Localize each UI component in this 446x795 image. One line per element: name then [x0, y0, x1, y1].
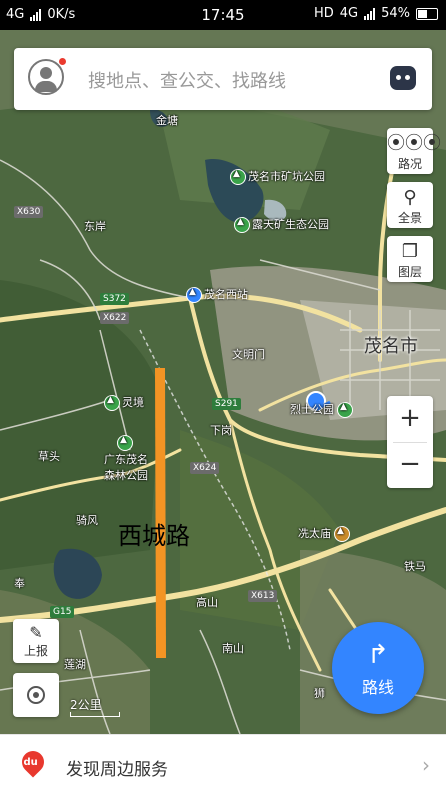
voice-assistant-icon[interactable]	[390, 66, 416, 90]
poi-martyrs-park[interactable]: 烈士公园	[290, 401, 355, 418]
chevron-right-icon: ›	[422, 753, 430, 777]
network-right-label: 4G	[339, 6, 359, 21]
baidu-logo-icon: du	[17, 746, 49, 778]
zoom-out-button[interactable]: −	[387, 442, 433, 488]
poi-eco-park[interactable]: 露天矿生态公园	[234, 216, 329, 233]
map-label-nanshan: 南山	[222, 642, 244, 655]
avatar[interactable]	[28, 58, 66, 95]
highlighted-road	[155, 367, 166, 659]
map-label-city: 茂名市	[364, 336, 418, 357]
route-shield-g15: G15	[50, 606, 75, 618]
park-icon	[104, 395, 120, 411]
map-label-feng: 奉	[14, 577, 25, 590]
status-bar: 4G 0K/s 17:45 HD 4G 54%	[0, 0, 446, 30]
report-label: 上报	[23, 644, 48, 658]
map-label-tiema: 铁马	[404, 560, 426, 573]
nearby-services-bar[interactable]: du 发现周边服务 ›	[0, 734, 446, 795]
zoom-in-button[interactable]: +	[387, 396, 433, 442]
battery-icon	[416, 7, 438, 20]
map-label-road-highlight: 西城路	[118, 522, 190, 550]
poi-forest-park[interactable]: 广东茂名森林公园	[104, 435, 148, 483]
hd-label: HD	[313, 6, 334, 21]
route-shield-x622: X622	[100, 312, 130, 324]
traffic-icon: ⦿⦿⦿	[387, 133, 441, 154]
map-label-jinlun: 金塘	[156, 114, 178, 127]
locate-button[interactable]	[13, 673, 59, 717]
scale-bar	[70, 712, 120, 717]
nearby-services-label: 发现周边服务	[66, 760, 168, 780]
zoom-divider	[393, 442, 427, 443]
park-icon	[337, 402, 353, 418]
park-icon	[234, 217, 250, 233]
scale-label: 2公里	[70, 698, 102, 712]
zoom-control: + −	[387, 396, 433, 488]
traffic-label: 路况	[397, 157, 422, 171]
map-label-qifeng: 骑风	[76, 514, 98, 527]
route-label: 路线	[361, 678, 394, 697]
park-icon	[230, 169, 246, 185]
locate-icon	[27, 686, 45, 704]
temple-icon	[334, 526, 350, 542]
map-scale: 2公里	[70, 696, 120, 717]
traffic-button[interactable]: ⦿⦿⦿ 路况	[387, 128, 441, 174]
layers-button[interactable]: ❐ 图层	[387, 236, 433, 282]
panorama-pin-icon: ⚲	[403, 187, 417, 208]
route-shield-s372: S372	[100, 293, 129, 305]
search-bar[interactable]: 搜地点、查公交、找路线	[14, 48, 432, 110]
station-icon	[186, 287, 202, 303]
poi-station[interactable]: 茂名西站	[186, 286, 248, 303]
route-button[interactable]: ↱ 路线	[332, 622, 424, 714]
map-label-wenming: 文明门	[232, 348, 265, 361]
panorama-label: 全景	[397, 211, 422, 225]
signal-icon-right	[364, 7, 376, 20]
map-label-yanghu: 莲湖	[64, 658, 86, 671]
route-arrow-icon: ↱	[367, 640, 389, 670]
park-icon	[117, 435, 133, 451]
route-shield-s291: S291	[212, 398, 241, 410]
route-shield-x630: X630	[14, 206, 44, 218]
map-label-caolu: 草头	[38, 450, 60, 463]
layers-label: 图层	[397, 265, 422, 279]
panorama-button[interactable]: ⚲ 全景	[387, 182, 433, 228]
map-label-dongguan: 东岸	[84, 220, 106, 233]
map-label-xiagang: 下岗	[210, 424, 232, 437]
map-label-gaoshan: 高山	[196, 596, 218, 609]
map-label-shi: 狮	[314, 687, 325, 700]
route-shield-x624: X624	[190, 462, 220, 474]
poi-lingjing[interactable]: 灵境	[104, 394, 144, 411]
poi-mine-park[interactable]: 茂名市矿坑公园	[230, 168, 325, 185]
edit-icon: ✎	[29, 623, 43, 642]
poi-temple[interactable]: 冼太庙	[298, 525, 352, 542]
search-input[interactable]: 搜地点、查公交、找路线	[88, 67, 286, 93]
layers-icon: ❐	[401, 241, 419, 262]
notification-dot	[59, 58, 66, 65]
route-shield-x613: X613	[248, 590, 278, 602]
battery-percent: 54%	[381, 6, 410, 21]
report-button[interactable]: ✎ 上报	[13, 619, 59, 663]
